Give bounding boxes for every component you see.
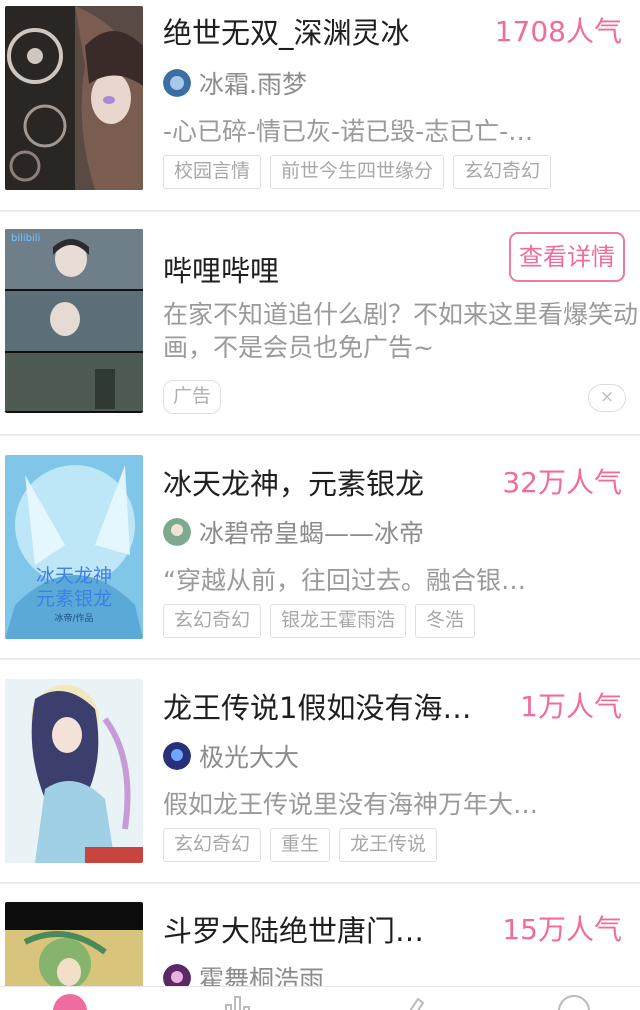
tag-list: 玄幻奇幻 重生 龙王传说 [163,828,438,862]
author-avatar[interactable] [163,742,191,770]
cover-title-text: 冰天龙神 [36,565,112,587]
bottom-tab-bar [0,986,640,1010]
author-row[interactable]: 冰霜.雨梦 [163,65,307,101]
author-name[interactable]: 冰霜.雨梦 [199,65,307,101]
work-title[interactable]: 龙王传说1假如没有海… [163,685,508,727]
author-avatar[interactable] [163,518,191,546]
work-description: 假如龙王传说里没有海神万年大… [163,790,539,819]
work-cover-image[interactable] [5,6,143,190]
ad-card[interactable]: bilibili 哔哩哔哩 查看详情 在家不知道追什么剧？不如来这里看爆笑动画，… [0,212,640,436]
home-icon[interactable] [52,993,88,1010]
bilibili-logo: bilibili [11,233,40,244]
tag[interactable]: 玄幻奇幻 [163,604,262,638]
popularity-count: 1708人气 [494,15,622,48]
cover-subtitle-text: 元素银龙 [36,588,112,610]
work-card[interactable]: 龙王传说1假如没有海… 1万人气 极光大大 假如龙王传说里没有海神万年大… 玄幻… [0,660,640,884]
works-feed: 绝世无双_深渊灵冰 1708人气 冰霜.雨梦 -心已碎-情已灰-诺已毁-志已亡-… [0,0,640,994]
popularity-count: 1万人气 [520,690,622,723]
work-title[interactable]: 绝世无双_深渊灵冰 [163,10,473,52]
write-icon[interactable] [392,993,428,1010]
tag[interactable]: 前世今生四世缘分 [270,155,445,189]
work-description: “穿越从前，往回过去。融合银… [163,566,526,595]
work-cover-image[interactable]: 冰天龙神 元素银龙 冰帝/作品 [5,455,143,639]
tag[interactable]: 玄幻奇幻 [163,828,262,862]
close-ad-button[interactable]: × [588,384,626,412]
tag[interactable]: 玄幻奇幻 [453,155,552,189]
tag[interactable]: 银龙王霍雨浩 [270,604,407,638]
ad-description: 在家不知道追什么剧？不如来这里看爆笑动画，不是会员也免广告~ [163,300,639,362]
work-card[interactable]: 冰天龙神 元素银龙 冰帝/作品 冰天龙神，元素银龙 32万人气 冰碧帝皇蝎——冰… [0,436,640,660]
cover-credit-text: 冰帝/作品 [54,612,93,624]
tag[interactable]: 重生 [270,828,331,862]
work-title[interactable]: 冰天龙神，元素银龙 [163,461,483,503]
work-title[interactable]: 斗罗大陆绝世唐门… [163,908,463,950]
ad-cover-image[interactable]: bilibili [5,229,143,413]
author-name[interactable]: 极光大大 [199,738,299,774]
popularity-count: 32万人气 [502,466,622,499]
ad-label: 广告 [163,380,222,414]
ad-title[interactable]: 哔哩哔哩 [163,248,483,290]
author-name[interactable]: 冰碧帝皇蝎——冰帝 [199,514,424,550]
work-cover-image[interactable] [5,679,143,863]
tag[interactable]: 龙王传说 [339,828,438,862]
profile-icon[interactable] [556,993,592,1010]
author-row[interactable]: 极光大大 [163,738,299,774]
close-icon: × [599,387,615,407]
work-description: -心已碎-情已灰-诺已毁-志已亡-… [163,117,534,146]
tag-list: 校园言情 前世今生四世缘分 玄幻奇幻 [163,155,552,189]
work-cover-image[interactable] [5,902,143,994]
popularity-count: 15万人气 [502,913,622,946]
work-card[interactable]: 绝世无双_深渊灵冰 1708人气 冰霜.雨梦 -心已碎-情已灰-诺已毁-志已亡-… [0,0,640,212]
author-avatar[interactable] [163,69,191,97]
work-card[interactable]: 斗罗大陆绝世唐门… 15万人气 霍舞桐浩雨 [0,884,640,994]
tag[interactable]: 冬浩 [415,604,476,638]
tag[interactable]: 校园言情 [163,155,262,189]
tag-list: 玄幻奇幻 银龙王霍雨浩 冬浩 [163,604,476,638]
view-details-button[interactable]: 查看详情 [509,232,625,282]
ranking-icon[interactable] [220,993,256,1010]
author-row[interactable]: 冰碧帝皇蝎——冰帝 [163,514,424,550]
